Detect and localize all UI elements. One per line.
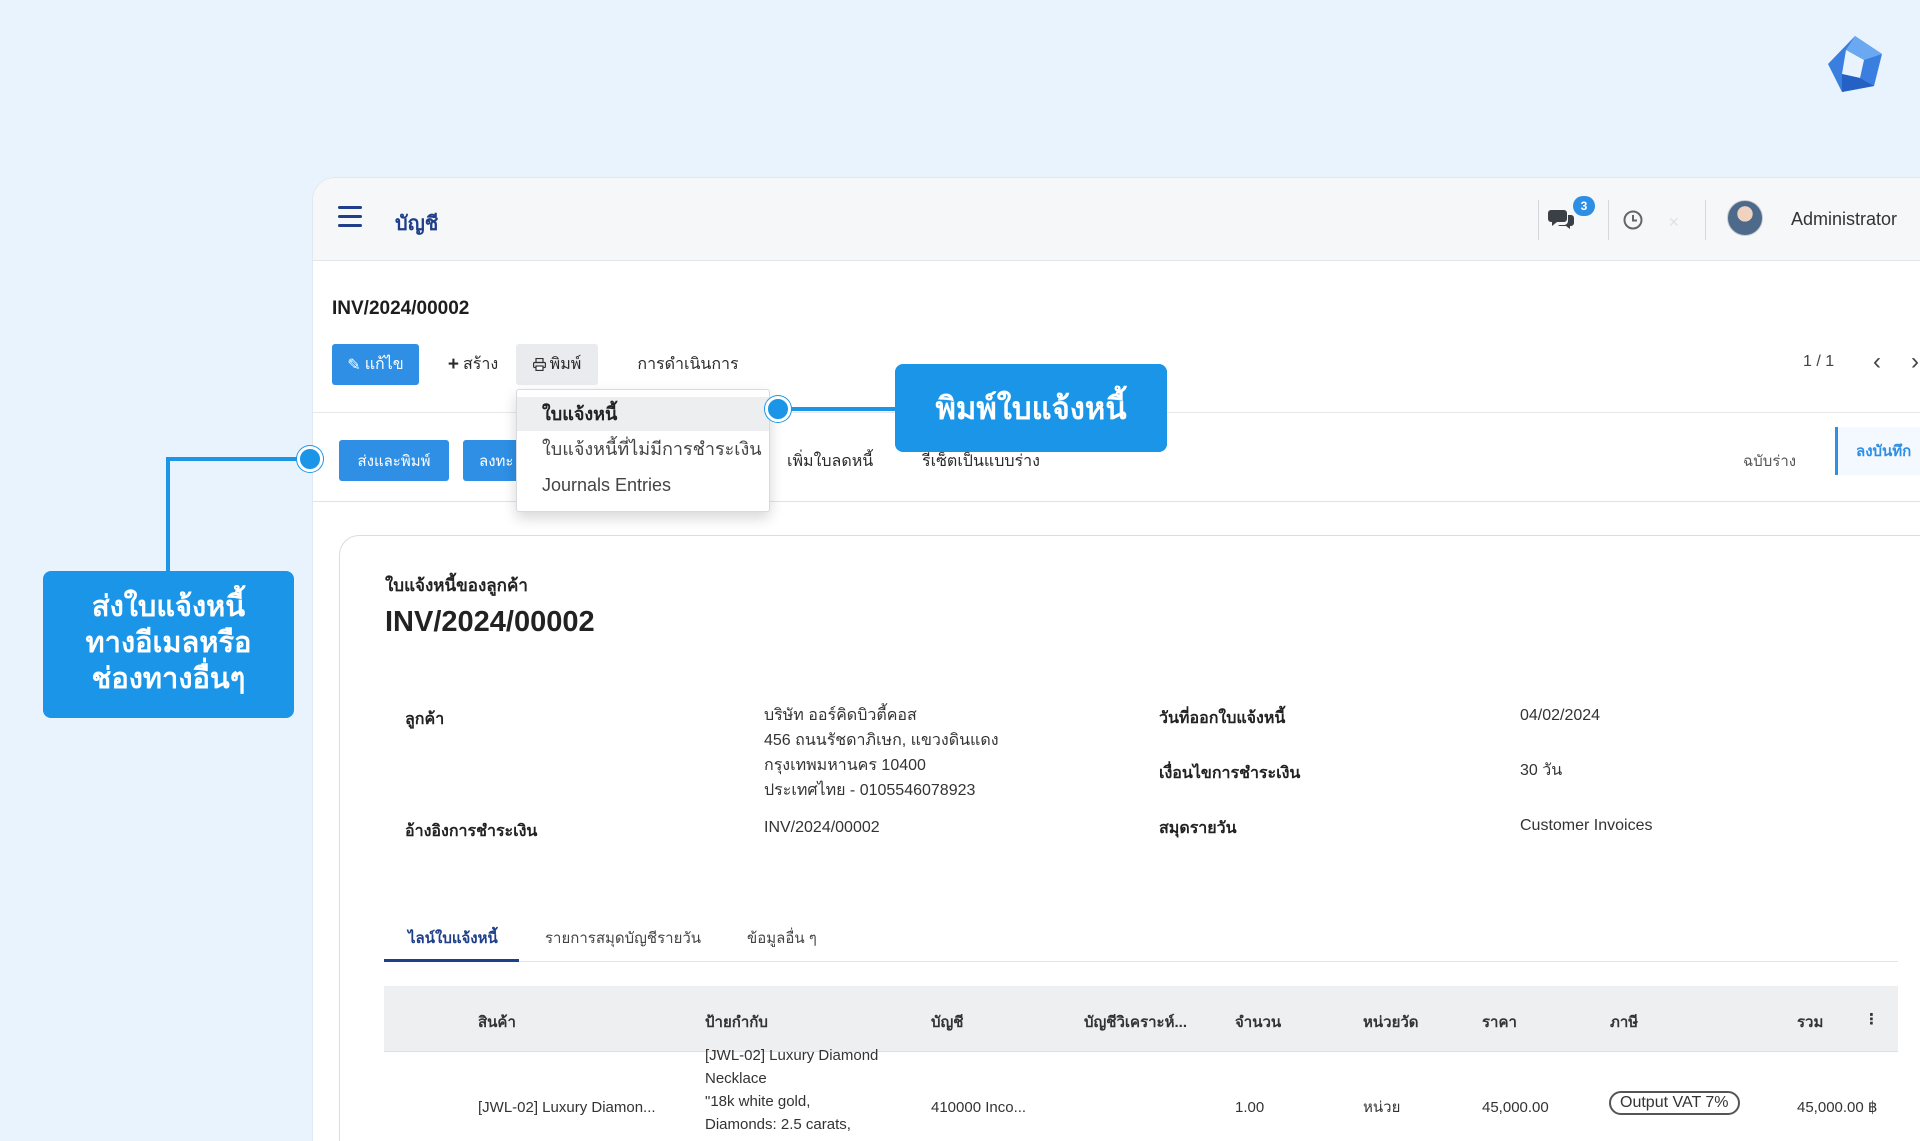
invoice-date-label: วันที่ออกใบแจ้งหนี้: [1159, 710, 1286, 727]
payment-reference-label: อ้างอิงการชำระเงิน: [405, 823, 538, 840]
menu-item-journal-entries[interactable]: Journals Entries: [517, 468, 769, 502]
cell-account: 410000 Inco...: [931, 1099, 1027, 1116]
close-icon: ✕: [1668, 214, 1680, 230]
breadcrumb: INV/2024/00002: [332, 298, 470, 319]
column-header[interactable]: รวม: [1797, 1010, 1823, 1034]
tab-invoice-lines[interactable]: ไลน์ใบแจ้งหนี้: [408, 926, 498, 950]
divider: [1705, 200, 1706, 240]
column-header[interactable]: ป้ายกำกับ: [705, 1010, 768, 1034]
chat-icon[interactable]: [1548, 208, 1574, 230]
cell-price: 45,000.00: [1482, 1099, 1549, 1116]
customer-value[interactable]: บริษัท ออร์คิดบิวตี้คอส 456 ถนนรัชดาภิเษ…: [764, 703, 999, 803]
active-tab-indicator: [384, 959, 519, 962]
print-button[interactable]: พิมพ์: [516, 344, 598, 385]
add-credit-note-button[interactable]: เพิ่มใบลดหนี้: [787, 449, 873, 474]
form-sheet: ใบแจ้งหนี้ของลูกค้า INV/2024/00002 ลูกค้…: [339, 535, 1920, 1141]
column-header[interactable]: หน่วยวัด: [1363, 1010, 1419, 1034]
username[interactable]: Administrator: [1791, 209, 1897, 230]
payment-terms-label: เงื่อนไขการชำระเงิน: [1159, 765, 1301, 782]
action-menu-button[interactable]: การดำเนินการ: [613, 344, 763, 385]
callout-dot: [765, 396, 791, 422]
printer-icon: [532, 358, 546, 371]
chat-count-badge: 3: [1573, 196, 1595, 216]
tax-tag: Output VAT 7%: [1609, 1091, 1740, 1115]
print-dropdown-menu: ใบแจ้งหนี้ ใบแจ้งหนี้ที่ไม่มีการชำระเงิน…: [516, 389, 770, 512]
page-title: INV/2024/00002: [385, 606, 595, 638]
create-button[interactable]: + สร้าง: [438, 344, 508, 385]
status-draft[interactable]: ฉบับร่าง: [1743, 449, 1796, 473]
avatar[interactable]: [1727, 200, 1763, 236]
column-header[interactable]: ราคา: [1482, 1010, 1517, 1034]
tab-journal-items[interactable]: รายการสมุดบัญชีรายวัน: [545, 926, 701, 950]
status-posted[interactable]: ลงบันทึก: [1835, 427, 1920, 475]
notebook-tabs: ไลน์ใบแจ้งหนี้ รายการสมุดบัญชีรายวัน ข้อ…: [384, 916, 1898, 962]
column-header[interactable]: ภาษี: [1610, 1010, 1638, 1034]
column-header[interactable]: บัญชี: [931, 1010, 963, 1034]
pager-value[interactable]: 1 / 1: [1803, 353, 1834, 371]
tab-other-info[interactable]: ข้อมูลอื่น ๆ: [747, 926, 817, 950]
menu-item-invoice-without-payment[interactable]: ใบแจ้งหนี้ที่ไม่มีการชำระเงิน: [517, 432, 769, 466]
kebab-icon[interactable]: ⋮: [1864, 1010, 1879, 1028]
plus-icon: +: [447, 353, 459, 375]
send-and-print-button[interactable]: ส่งและพิมพ์: [339, 440, 449, 481]
pencil-icon: ✎: [347, 356, 361, 374]
edit-button[interactable]: ✎ แก้ไข: [332, 344, 419, 385]
column-header[interactable]: สินค้า: [478, 1010, 516, 1034]
menu-item-invoice[interactable]: ใบแจ้งหนี้: [517, 397, 769, 431]
document-type: ใบแจ้งหนี้ของลูกค้า: [385, 576, 528, 595]
cell-label: [JWL-02] Luxury Diamond Necklace "18k wh…: [705, 1047, 879, 1133]
cell-product: [JWL-02] Luxury Diamon...: [478, 1099, 656, 1116]
divider: [1608, 200, 1609, 240]
column-header[interactable]: บัญชีวิเคราะห์...: [1084, 1010, 1187, 1034]
callout-connector: [166, 457, 311, 461]
customer-label: ลูกค้า: [405, 711, 445, 728]
app-title[interactable]: บัญชี: [395, 207, 438, 239]
app-window: บัญชี 3 ✕ Administrator INV/2024/00002 ✎…: [313, 178, 1920, 1141]
callout-dot: [297, 446, 323, 472]
payment-terms-value: 30 วัน: [1520, 762, 1563, 779]
hamburger-icon[interactable]: [338, 206, 362, 228]
column-header[interactable]: จำนวน: [1235, 1010, 1281, 1034]
callout-connector: [166, 457, 170, 572]
table-header: สินค้า ป้ายกำกับ บัญชี บัญชีวิเคราะห์...…: [384, 986, 1898, 1052]
payment-reference-value: INV/2024/00002: [764, 819, 880, 836]
invoice-date-value: 04/02/2024: [1520, 707, 1601, 724]
clock-icon[interactable]: [1623, 210, 1643, 230]
divider: [1538, 200, 1539, 240]
brand-logo-icon: [1828, 36, 1882, 92]
callout-print-invoice: พิมพ์ใบแจ้งหนี้: [895, 364, 1167, 452]
journal-label: สมุดรายวัน: [1159, 820, 1237, 837]
callout-send-invoice: ส่งใบแจ้งหนี้ ทางอีเมลหรือ ช่องทางอื่นๆ: [43, 571, 294, 718]
chevron-left-icon[interactable]: ‹: [1873, 348, 1881, 376]
cell-quantity: 1.00: [1235, 1099, 1265, 1116]
reset-to-draft-button[interactable]: รีเซ็ตเป็นแบบร่าง: [922, 449, 1040, 474]
chevron-right-icon[interactable]: ›: [1911, 348, 1919, 376]
callout-connector: [778, 407, 898, 411]
cell-uom: หน่วย: [1363, 1099, 1401, 1116]
top-navbar: บัญชี 3 ✕ Administrator: [313, 178, 1920, 261]
cell-total: 45,000.00 ฿: [1797, 1099, 1878, 1116]
register-payment-button[interactable]: ลงทะ: [463, 440, 521, 481]
journal-value: Customer Invoices: [1520, 817, 1653, 834]
